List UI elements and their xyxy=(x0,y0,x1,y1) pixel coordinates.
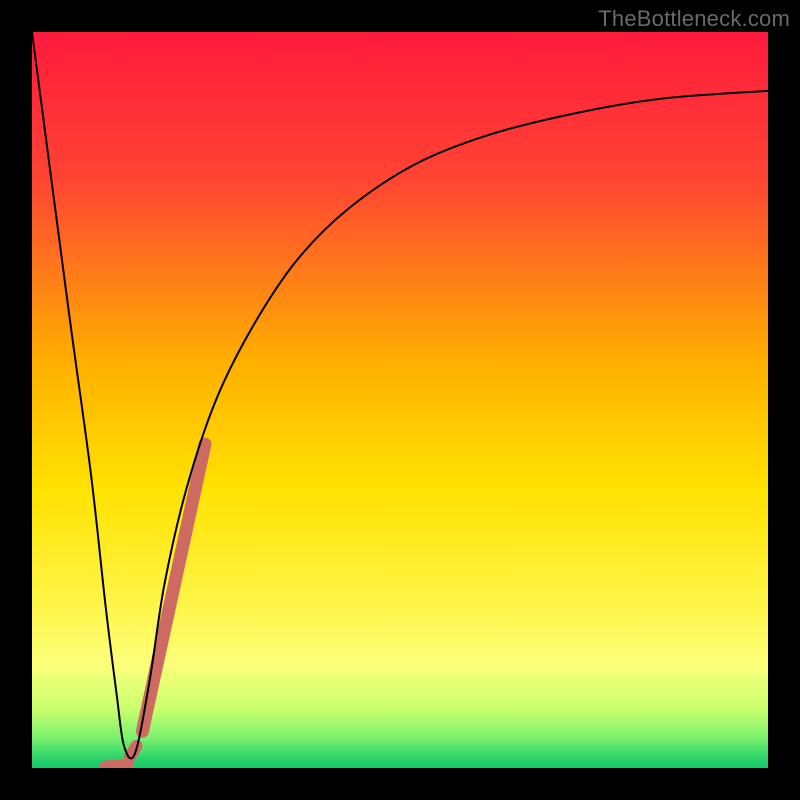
plot-area xyxy=(32,32,768,768)
watermark-text: TheBottleneck.com xyxy=(598,6,790,32)
gradient-background xyxy=(32,32,768,768)
chart-frame: TheBottleneck.com xyxy=(0,0,800,800)
highlight-base xyxy=(106,765,128,766)
bottleneck-plot-svg xyxy=(32,32,768,768)
